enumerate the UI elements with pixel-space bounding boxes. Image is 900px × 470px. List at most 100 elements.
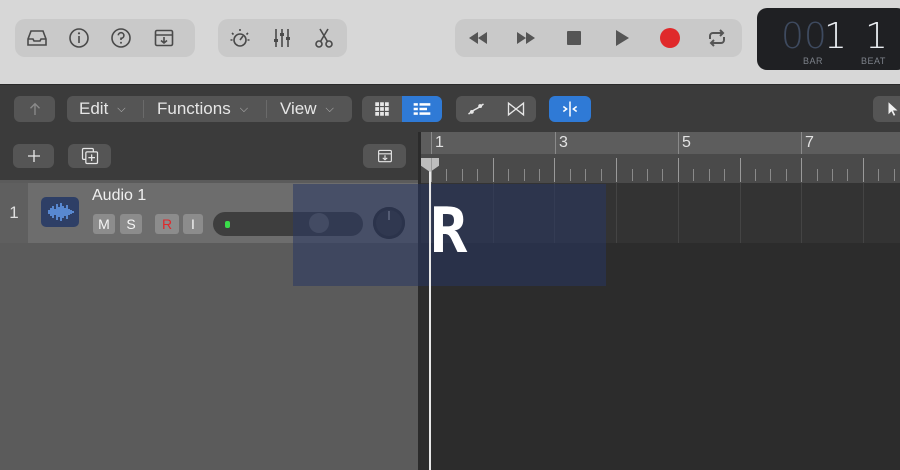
- rewind-icon[interactable]: [463, 23, 493, 53]
- ruler-beat-tick: [755, 169, 756, 181]
- ruler-beat-tick: [508, 169, 509, 181]
- lane-grid-line: [616, 183, 617, 243]
- local-menus-group: Edit ⌵ Functions ⌵ View ⌵: [67, 96, 352, 122]
- ruler-bar-tick: [554, 158, 555, 182]
- ruler-beat-tick: [632, 169, 633, 181]
- ruler-bar-tick: [678, 158, 679, 182]
- quick-help-icon[interactable]: [106, 23, 136, 53]
- level-meter-indicator: [225, 221, 230, 228]
- ruler-beat-tick: [585, 169, 586, 181]
- chevron-down-icon: ⌵: [325, 102, 334, 115]
- pointer-tool-button[interactable]: [873, 96, 900, 122]
- automation-group: [456, 96, 536, 122]
- chevron-down-icon: ⌵: [117, 102, 126, 115]
- edit-menu-label: Edit: [79, 99, 109, 118]
- ruler-bar-tick: [863, 158, 864, 182]
- ruler-beat-tick: [724, 169, 725, 181]
- ruler-beat-tick: [539, 169, 540, 181]
- lane-grid-line: [863, 183, 864, 243]
- ruler-beat-tick: [832, 169, 833, 181]
- library-tray-icon[interactable]: [22, 23, 52, 53]
- ruler-bar-line: [801, 132, 802, 154]
- ruler-beat-tick: [770, 169, 771, 181]
- lcd-bar-value: 1: [824, 16, 847, 57]
- mute-button[interactable]: M: [93, 214, 115, 234]
- fast-forward-icon[interactable]: [511, 23, 541, 53]
- playhead[interactable]: [429, 158, 431, 470]
- play-icon[interactable]: [607, 23, 637, 53]
- ruler-beat-tick: [709, 169, 710, 181]
- duplicate-track-icon: [81, 147, 98, 165]
- keystroke-label: R: [430, 194, 468, 267]
- solo-button[interactable]: S: [120, 214, 142, 234]
- lcd-bar-caption: BAR: [803, 56, 824, 66]
- ruler-bar-row[interactable]: [421, 132, 900, 154]
- lcd-display[interactable]: 00 1 1 BAR BEAT: [757, 8, 900, 70]
- view-menu-label: View: [280, 99, 317, 118]
- grid-view-button[interactable]: [362, 96, 402, 122]
- back-button[interactable]: [14, 96, 55, 122]
- automation-curve-icon: [468, 103, 484, 115]
- ruler-beat-tick: [662, 169, 663, 181]
- catch-playhead-icon: [562, 101, 578, 117]
- ruler-beat-tick: [524, 169, 525, 181]
- inspector-info-icon[interactable]: [64, 23, 94, 53]
- waveform-icon[interactable]: [41, 197, 79, 227]
- functions-menu[interactable]: Functions ⌵: [145, 96, 258, 122]
- lane-grid-line: [740, 183, 741, 243]
- functions-menu-label: Functions: [157, 99, 231, 118]
- flex-bowtie-icon: [507, 101, 525, 117]
- ruler-beat-tick: [446, 169, 447, 181]
- ruler-bar-line: [678, 132, 679, 154]
- tracks-list-icon: [413, 103, 431, 115]
- track-name[interactable]: Audio 1: [92, 187, 146, 205]
- grid-icon: [375, 102, 389, 116]
- record-enable-button[interactable]: R: [155, 214, 179, 234]
- flex-button[interactable]: [496, 96, 536, 122]
- plus-icon: [27, 150, 40, 162]
- browser-download-icon[interactable]: [149, 23, 179, 53]
- menu-separator: [266, 100, 267, 118]
- ruler-beat-tick: [894, 169, 895, 181]
- ruler-bar-label: 5: [682, 134, 691, 151]
- ruler-beat-tick: [570, 169, 571, 181]
- stop-icon[interactable]: [559, 23, 589, 53]
- ruler-bar-label: 3: [559, 134, 568, 151]
- ruler-bar-label: 7: [805, 134, 814, 151]
- duplicate-track-button[interactable]: [68, 144, 111, 168]
- ruler-beat-tick: [878, 169, 879, 181]
- ruler-beat-tick: [817, 169, 818, 181]
- smart-controls-icon[interactable]: [225, 23, 255, 53]
- ruler-beat-tick: [462, 169, 463, 181]
- ruler-beat-tick: [647, 169, 648, 181]
- catch-playhead-button[interactable]: [549, 96, 591, 122]
- inbox-download-icon: [377, 149, 392, 163]
- ruler-bar-label: 1: [435, 134, 444, 151]
- add-track-button[interactable]: [13, 144, 54, 168]
- cycle-icon[interactable]: [702, 23, 732, 53]
- ruler-bar-line: [431, 132, 432, 154]
- input-monitoring-button[interactable]: I: [183, 214, 203, 234]
- editors-scissors-icon[interactable]: [309, 23, 339, 53]
- control-bar: 00 1 1 BAR BEAT: [0, 0, 900, 84]
- transport-group: [455, 19, 742, 57]
- automation-button[interactable]: [456, 96, 496, 122]
- ruler-bar-tick: [801, 158, 802, 182]
- edit-menu[interactable]: Edit ⌵: [67, 96, 136, 122]
- ruler-beat-tick: [693, 169, 694, 181]
- lcd-bar-ghost: 00: [781, 16, 827, 57]
- ruler-bar-tick: [493, 158, 494, 182]
- lane-grid-line: [801, 183, 802, 243]
- view-menu[interactable]: View ⌵: [268, 96, 344, 122]
- capture-recording-button[interactable]: [363, 144, 406, 168]
- back-arrow-icon: [29, 102, 40, 115]
- record-icon[interactable]: [655, 23, 685, 53]
- view-mode-group: [362, 96, 442, 122]
- ruler-bar-tick: [431, 158, 432, 182]
- lcd-beat-value: 1: [865, 16, 888, 57]
- track-number: 1: [0, 183, 28, 243]
- lcd-beat-caption: BEAT: [861, 56, 886, 66]
- mixer-sliders-icon[interactable]: [267, 23, 297, 53]
- tracks-view-button[interactable]: [402, 96, 442, 122]
- menu-separator: [143, 100, 144, 118]
